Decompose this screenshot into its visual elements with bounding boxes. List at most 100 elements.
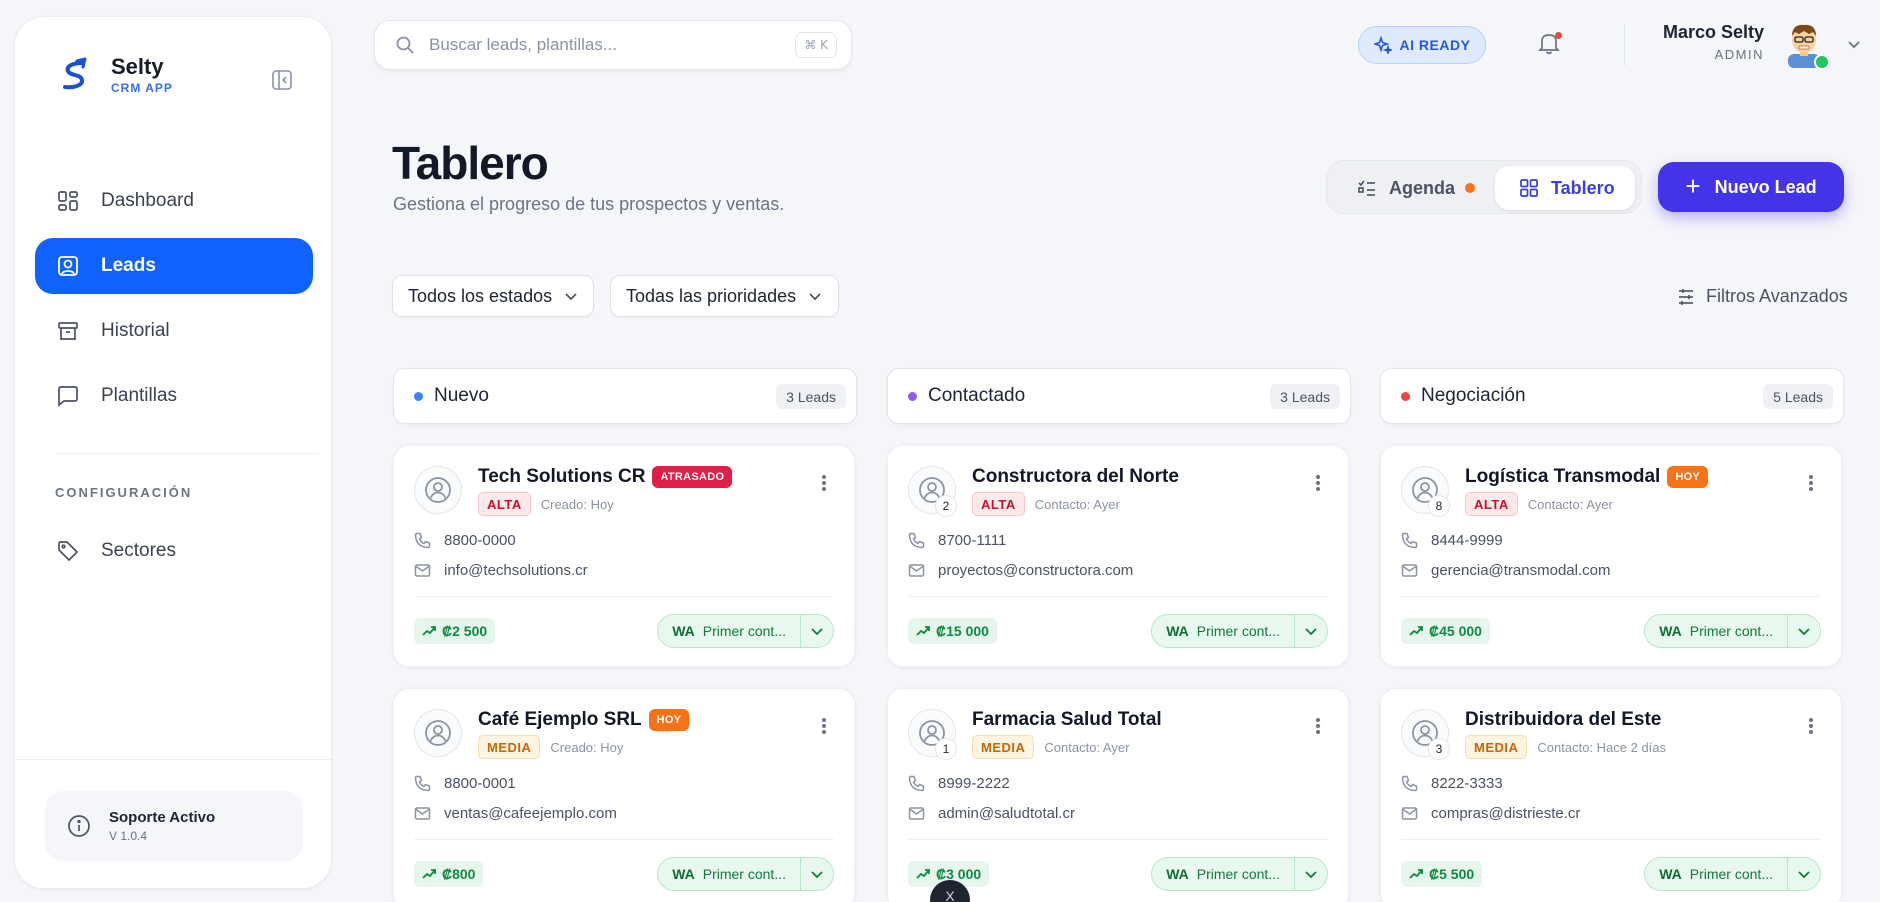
- notifications-button[interactable]: [1536, 30, 1566, 60]
- more-options-icon[interactable]: [1801, 472, 1821, 494]
- lead-name[interactable]: Café Ejemplo SRL: [478, 709, 642, 731]
- info-icon: [68, 815, 90, 837]
- lead-phone[interactable]: 8700-1111: [938, 532, 1006, 549]
- nav-item-dashboard[interactable]: Dashboard: [35, 173, 313, 229]
- column-count-badge: 3 Leads: [1270, 384, 1340, 409]
- lead-card[interactable]: 1 Farmacia Salud Total MEDIA Contacto: Ayer…: [887, 688, 1349, 902]
- new-lead-label: Nuevo Lead: [1714, 176, 1817, 197]
- ai-ready-label: AI READY: [1399, 37, 1471, 53]
- lead-name[interactable]: Constructora del Norte: [972, 466, 1179, 488]
- template-dropdown-toggle[interactable]: [801, 858, 833, 890]
- more-options-icon[interactable]: [814, 715, 834, 737]
- lead-card[interactable]: 3 Distribuidora del Este MEDIA Contacto: Ha…: [1380, 688, 1842, 902]
- sidebar: Selty CRM APP Dashboard Leads Historial: [14, 16, 333, 889]
- whatsapp-label: WA: [1166, 866, 1189, 882]
- more-options-icon[interactable]: [1801, 715, 1821, 737]
- whatsapp-label: WA: [1166, 623, 1189, 639]
- more-options-icon[interactable]: [814, 472, 834, 494]
- lead-phone[interactable]: 8999-2222: [938, 775, 1010, 792]
- whatsapp-template-button[interactable]: WA Primer cont...: [1152, 858, 1295, 890]
- lead-card[interactable]: Café Ejemplo SRL HOY MEDIA Creado: Hoy 8800-…: [393, 688, 855, 902]
- lead-phone[interactable]: 8800-0000: [444, 532, 516, 549]
- user-name: Marco Selty: [1662, 22, 1764, 42]
- chevron-down-icon: [1304, 624, 1318, 638]
- new-lead-button[interactable]: + Nuevo Lead: [1658, 162, 1844, 212]
- lead-phone[interactable]: 8800-0001: [444, 775, 516, 792]
- template-name: Primer cont...: [1196, 866, 1280, 882]
- search-icon: [396, 36, 414, 54]
- nav-item-sectores[interactable]: Sectores: [35, 523, 313, 579]
- lead-name[interactable]: Logística Transmodal: [1465, 466, 1660, 488]
- lead-email[interactable]: admin@saludtotal.cr: [938, 805, 1075, 822]
- lead-email[interactable]: compras@distrieste.cr: [1431, 805, 1580, 822]
- whatsapp-template-button[interactable]: WA Primer cont...: [658, 858, 801, 890]
- collapse-sidebar-button[interactable]: [267, 65, 297, 95]
- chevron-down-icon: [1797, 867, 1811, 881]
- search-bar[interactable]: ⌘ K: [374, 20, 852, 70]
- list-check-icon: [1357, 178, 1377, 198]
- page-title: Tablero: [392, 137, 549, 189]
- support-card[interactable]: Soporte Activo V 1.0.4: [45, 791, 303, 861]
- tab-tablero-label: Tablero: [1551, 177, 1615, 198]
- whatsapp-template-button[interactable]: WA Primer cont...: [1645, 615, 1788, 647]
- search-input[interactable]: [429, 35, 769, 55]
- lead-email[interactable]: info@techsolutions.cr: [444, 562, 588, 579]
- lead-name[interactable]: Distribuidora del Este: [1465, 709, 1661, 731]
- phone-icon: [1401, 775, 1421, 792]
- ai-ready-badge[interactable]: AI READY: [1358, 26, 1486, 64]
- lead-name[interactable]: Farmacia Salud Total: [972, 709, 1162, 731]
- whatsapp-template-button[interactable]: WA Primer cont...: [1152, 615, 1295, 647]
- template-name: Primer cont...: [1196, 623, 1280, 639]
- nav-item-label: Leads: [101, 255, 156, 276]
- chevron-down-icon: [810, 624, 824, 638]
- template-dropdown-toggle[interactable]: [1788, 615, 1820, 647]
- lead-card[interactable]: Tech Solutions CR ATRASADO ALTA Creado: Hoy…: [393, 445, 855, 667]
- lead-email[interactable]: ventas@cafeejemplo.com: [444, 805, 617, 822]
- lead-name[interactable]: Tech Solutions CR: [478, 466, 645, 488]
- message-icon: [55, 383, 81, 409]
- avatar[interactable]: [1782, 20, 1830, 70]
- deal-amount: ₡3 000: [936, 866, 982, 882]
- lead-card[interactable]: 2 Constructora del Norte ALTA Contacto: Aye…: [887, 445, 1349, 667]
- more-options-icon[interactable]: [1308, 715, 1328, 737]
- chevron-down-icon: [564, 289, 578, 303]
- phone-icon: [414, 532, 434, 549]
- nav-item-plantillas[interactable]: Plantillas: [35, 368, 313, 424]
- page-subtitle: Gestiona el progreso de tus prospectos y…: [393, 194, 785, 214]
- nav-item-historial[interactable]: Historial: [35, 303, 313, 359]
- phone-icon: [908, 532, 928, 549]
- tab-agenda[interactable]: Agenda: [1335, 166, 1475, 210]
- nav-item-label: Plantillas: [101, 385, 178, 406]
- lead-email[interactable]: proyectos@constructora.com: [938, 562, 1133, 579]
- advanced-filters-button[interactable]: Filtros Avanzados: [1676, 286, 1848, 307]
- whatsapp-label: WA: [672, 866, 695, 882]
- last-activity-text: Contacto: Ayer: [1527, 496, 1613, 512]
- deal-amount-badge: ₡2 500: [414, 618, 496, 644]
- lead-email[interactable]: gerencia@transmodal.com: [1431, 562, 1610, 579]
- template-dropdown-toggle[interactable]: [1788, 858, 1820, 890]
- priority-filter-select[interactable]: Todas las prioridades: [610, 275, 839, 317]
- brand[interactable]: Selty CRM APP: [55, 55, 173, 95]
- whatsapp-action-group: WA Primer cont...: [657, 857, 834, 891]
- template-dropdown-toggle[interactable]: [1295, 858, 1327, 890]
- phone-icon: [908, 775, 928, 792]
- chevron-down-icon: [1304, 867, 1318, 881]
- lead-card[interactable]: 8 Logística Transmodal HOY ALTA Contacto: Ay…: [1380, 445, 1842, 667]
- tab-tablero[interactable]: Tablero: [1495, 166, 1635, 210]
- user-info[interactable]: Marco Selty ADMIN: [1640, 22, 1764, 62]
- nav-item-leads[interactable]: Leads: [35, 238, 313, 294]
- whatsapp-label: WA: [1659, 866, 1682, 882]
- status-filter-select[interactable]: Todos los estados: [392, 275, 594, 317]
- lead-phone[interactable]: 8444-9999: [1431, 532, 1503, 549]
- template-dropdown-toggle[interactable]: [1295, 615, 1327, 647]
- more-options-icon[interactable]: [1308, 472, 1328, 494]
- whatsapp-template-button[interactable]: WA Primer cont...: [658, 615, 801, 647]
- template-dropdown-toggle[interactable]: [801, 615, 833, 647]
- advanced-filters-label: Filtros Avanzados: [1706, 286, 1848, 306]
- whatsapp-action-group: WA Primer cont...: [1151, 614, 1328, 648]
- whatsapp-template-button[interactable]: WA Primer cont...: [1645, 858, 1788, 890]
- lead-phone[interactable]: 8222-3333: [1431, 775, 1503, 792]
- column-title: Contactado: [928, 385, 1026, 406]
- user-menu-toggle[interactable]: [1846, 36, 1862, 57]
- interaction-count-badge: 3: [1428, 738, 1450, 760]
